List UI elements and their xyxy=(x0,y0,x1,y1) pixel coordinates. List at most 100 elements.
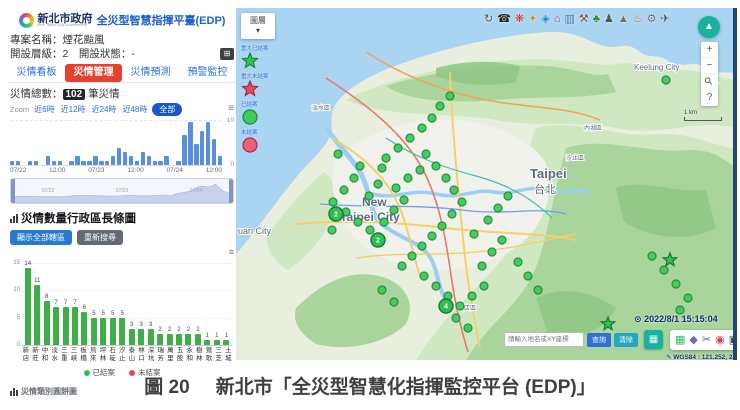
disaster-marker[interactable] xyxy=(455,301,465,311)
disaster-marker[interactable] xyxy=(493,203,503,213)
crowd-icon[interactable]: ♟ xyxy=(604,12,614,26)
disaster-marker[interactable] xyxy=(675,305,685,315)
expand-button[interactable]: ⊞ xyxy=(220,47,234,60)
disaster-marker[interactable] xyxy=(339,185,349,195)
district-bar[interactable] xyxy=(157,334,164,345)
tab-2[interactable]: 災情管理 xyxy=(65,64,122,82)
typhoon-icon[interactable]: ❋ xyxy=(515,12,524,26)
disaster-marker[interactable] xyxy=(513,257,523,267)
disaster-marker[interactable] xyxy=(391,183,401,193)
disaster-marker[interactable] xyxy=(364,191,374,201)
disaster-cluster-marker[interactable]: 2 xyxy=(370,232,386,248)
disaster-marker[interactable] xyxy=(349,173,359,183)
time-filter-all-button[interactable]: 全部 xyxy=(152,102,183,116)
disaster-marker[interactable] xyxy=(405,133,415,143)
district-bar[interactable] xyxy=(175,334,182,345)
district-bar[interactable] xyxy=(185,334,192,345)
disaster-marker[interactable] xyxy=(441,173,451,183)
disaster-marker[interactable] xyxy=(533,285,543,295)
locate-target-icon[interactable]: ◉ xyxy=(715,331,725,349)
disaster-marker[interactable] xyxy=(407,251,417,261)
disaster-marker[interactable] xyxy=(417,241,427,251)
tab-1[interactable]: 災情看板 xyxy=(8,64,65,82)
trend-navigator[interactable]: 07/22 07/23 07/24 xyxy=(10,178,234,204)
disaster-marker[interactable] xyxy=(333,149,343,159)
disaster-marker[interactable] xyxy=(647,251,657,261)
district-bar[interactable] xyxy=(128,328,135,345)
district-bar[interactable] xyxy=(147,328,154,345)
disaster-marker[interactable] xyxy=(353,217,363,227)
disaster-marker[interactable] xyxy=(477,261,487,271)
disaster-marker[interactable] xyxy=(419,271,429,281)
legend-star-icon[interactable] xyxy=(241,80,259,98)
disaster-marker[interactable] xyxy=(365,225,375,235)
layers-3d-icon[interactable]: ◆ xyxy=(689,331,697,349)
disaster-marker[interactable] xyxy=(445,91,455,101)
disaster-marker[interactable] xyxy=(469,229,479,239)
disaster-cluster-marker[interactable]: 2 xyxy=(328,206,344,222)
district-bar[interactable] xyxy=(166,334,173,345)
legend-star-icon[interactable] xyxy=(241,52,259,70)
disaster-marker[interactable] xyxy=(403,173,413,183)
district-bar[interactable] xyxy=(100,317,107,345)
crane-icon[interactable]: ⚒ xyxy=(579,12,589,26)
place-search-input[interactable] xyxy=(504,332,584,347)
phone-icon[interactable]: ☎ xyxy=(497,12,511,26)
district-bar[interactable] xyxy=(119,317,126,345)
disaster-marker[interactable] xyxy=(417,123,427,133)
disaster-cluster-marker[interactable]: 4 xyxy=(438,298,454,314)
district-bar[interactable] xyxy=(194,334,201,345)
disaster-marker[interactable] xyxy=(427,231,437,241)
disaster-marker[interactable] xyxy=(377,285,387,295)
zoom-in-button[interactable]: + xyxy=(701,42,718,58)
disaster-marker[interactable] xyxy=(523,271,533,281)
disaster-marker[interactable] xyxy=(457,197,467,207)
disaster-marker[interactable] xyxy=(431,161,441,171)
district-bar[interactable] xyxy=(90,317,97,345)
disaster-marker[interactable] xyxy=(671,279,681,289)
disaster-marker[interactable] xyxy=(451,313,461,323)
disaster-marker[interactable] xyxy=(497,235,507,245)
disaster-marker[interactable] xyxy=(389,297,399,307)
disaster-marker[interactable] xyxy=(479,281,489,291)
show-all-districts-button[interactable]: 顯示全部轄區 xyxy=(10,230,72,245)
layers-dropdown-button[interactable]: 圖層 ▾ xyxy=(241,13,275,39)
clear-button[interactable]: 清除 xyxy=(614,332,638,347)
building-icon[interactable]: ⌂ xyxy=(554,12,561,26)
tree-icon[interactable]: ♣ xyxy=(593,12,600,26)
disaster-marker[interactable] xyxy=(659,265,669,275)
district-bar[interactable] xyxy=(204,339,211,345)
district-bar[interactable] xyxy=(62,306,69,345)
legend-circle-icon[interactable] xyxy=(241,108,259,126)
draw-disabled-icon[interactable]: ✂ xyxy=(702,331,711,349)
tab-4[interactable]: 預警監控 xyxy=(179,64,236,82)
district-bar[interactable] xyxy=(43,301,50,345)
district-bar[interactable] xyxy=(138,328,145,345)
refresh-icon[interactable]: ↻ xyxy=(484,12,493,26)
water-icon[interactable]: ◈ xyxy=(541,12,549,26)
search-button[interactable]: 查詢 xyxy=(587,332,611,347)
district-bar[interactable] xyxy=(109,317,116,345)
truck-icon[interactable]: ⚙ xyxy=(647,12,657,26)
disaster-marker[interactable] xyxy=(447,209,457,219)
disaster-marker[interactable] xyxy=(415,165,425,175)
disaster-map[interactable]: Keelung City Taipei 台北 New Taipei City uan Ci… xyxy=(236,8,737,360)
disaster-marker[interactable] xyxy=(487,247,497,257)
disaster-marker[interactable] xyxy=(421,149,431,159)
disaster-marker[interactable] xyxy=(399,195,409,205)
disaster-marker[interactable] xyxy=(449,185,459,195)
disaster-marker[interactable] xyxy=(373,179,383,189)
disaster-marker[interactable] xyxy=(328,197,338,207)
disaster-marker[interactable] xyxy=(683,293,693,303)
fire-icon[interactable]: ♨ xyxy=(633,12,643,26)
plane-icon[interactable]: ✈ xyxy=(661,12,670,26)
disaster-marker[interactable] xyxy=(431,281,441,291)
chart-menu-icon[interactable]: ≡ xyxy=(228,104,234,114)
disaster-marker[interactable] xyxy=(377,163,387,173)
district-bar[interactable] xyxy=(213,339,220,345)
disaster-marker[interactable] xyxy=(435,101,445,111)
disaster-marker[interactable] xyxy=(503,191,513,201)
disaster-marker[interactable] xyxy=(397,261,407,271)
basemap-grid-button[interactable]: ▦ xyxy=(644,330,663,349)
disaster-marker[interactable] xyxy=(463,323,473,333)
